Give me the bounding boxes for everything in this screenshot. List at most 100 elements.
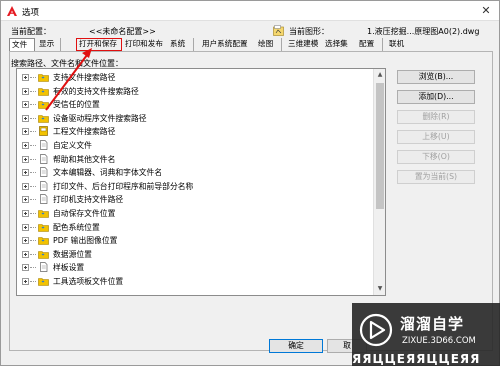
tree-item-label: 自动保存文件位置 bbox=[53, 209, 116, 218]
expand-plus-icon[interactable] bbox=[22, 250, 29, 258]
file-icon bbox=[40, 153, 48, 164]
file-icon bbox=[40, 180, 48, 191]
expand-plus-icon[interactable] bbox=[22, 74, 29, 81]
options-tab-strip: 文件 显示 打开和保存 打印和发布 系统 用户系统配置 绘图 三维建模 选择集 … bbox=[9, 38, 493, 52]
tree-item-label: 受信任的位置 bbox=[53, 100, 100, 110]
tree-item[interactable]: 文本编辑器、词典和字体文件名 bbox=[17, 166, 373, 178]
tree-item-label: 数据源位置 bbox=[53, 249, 92, 259]
tab-plot-and-publish[interactable]: 打印和发布 bbox=[123, 38, 167, 51]
tree-connector bbox=[30, 199, 36, 201]
expand-plus-icon[interactable] bbox=[22, 87, 29, 95]
expand-plus-icon[interactable] bbox=[22, 223, 29, 231]
tree-connector bbox=[30, 226, 36, 228]
tree-item[interactable]: 工具选项板文件位置 bbox=[17, 275, 373, 287]
tab-drafting[interactable]: 绘图 bbox=[256, 38, 278, 51]
file-icon bbox=[40, 262, 48, 273]
close-button[interactable]: ✕ bbox=[477, 3, 495, 19]
scrollbar-thumb[interactable] bbox=[376, 83, 384, 209]
watermark-brand-name: 溜溜自学 bbox=[400, 315, 465, 333]
tree-item-label: 打印文件、后台打印程序和前导部分名称 bbox=[53, 181, 194, 191]
tab-3d-modeling[interactable]: 三维建模 bbox=[286, 38, 322, 51]
expand-plus-icon[interactable] bbox=[22, 182, 29, 190]
expand-plus-icon[interactable] bbox=[22, 278, 29, 285]
tab-open-and-save[interactable]: 打开和保存 bbox=[76, 38, 122, 51]
add-button[interactable]: 添加(D)... bbox=[397, 90, 475, 104]
current-config-label: 当前配置： bbox=[11, 27, 51, 36]
expand-plus-icon[interactable] bbox=[22, 101, 29, 109]
tab-user-preferences[interactable]: 用户系统配置 bbox=[200, 38, 256, 51]
expand-plus-icon[interactable] bbox=[22, 114, 29, 122]
ok-button[interactable]: 确定 bbox=[269, 339, 323, 353]
tree-connector bbox=[30, 240, 36, 242]
tab-online[interactable]: 联机 bbox=[387, 38, 409, 51]
tree-connector bbox=[30, 267, 36, 269]
tree-item[interactable]: 设备驱动程序文件搜索路径 bbox=[17, 112, 373, 124]
tree-item[interactable]: 配色系统位置 bbox=[17, 221, 373, 233]
watermark-strip-text: ЯЯЦЦЕЯЯЦЦЕЯЯ bbox=[352, 352, 481, 366]
tree-item[interactable]: 受信任的位置 bbox=[17, 98, 373, 110]
current-config-value: <<未命名配置>> bbox=[89, 27, 156, 36]
tab-profiles[interactable]: 配置 bbox=[357, 38, 379, 51]
folder-icon bbox=[38, 74, 49, 82]
tree-item[interactable]: 数据源位置 bbox=[17, 248, 373, 260]
tab-separator bbox=[60, 38, 61, 51]
tab-separator bbox=[382, 38, 383, 51]
scroll-down-arrow-icon[interactable]: ▼ bbox=[374, 283, 385, 295]
title-bar: 选项 ✕ bbox=[1, 1, 499, 21]
tree-item-label: 设备驱动程序文件搜索路径 bbox=[53, 113, 147, 123]
browse-button[interactable]: 浏览(B)... bbox=[397, 70, 475, 84]
tree-connector bbox=[30, 77, 36, 78]
expand-plus-icon[interactable] bbox=[22, 155, 29, 163]
tree-item[interactable]: 自动保存文件位置 bbox=[17, 207, 373, 219]
autocad-app-icon bbox=[7, 6, 17, 16]
tree-item[interactable]: 样板设置 bbox=[17, 261, 373, 273]
scroll-up-arrow-icon[interactable]: ▲ bbox=[374, 69, 385, 81]
tab-system[interactable]: 系统 bbox=[168, 38, 190, 51]
expand-plus-icon[interactable] bbox=[22, 169, 29, 177]
tab-display[interactable]: 显示 bbox=[37, 38, 59, 51]
set-current-button[interactable]: 置为当前(S) bbox=[397, 170, 475, 184]
tree-item-label: PDF 输出图像位置 bbox=[53, 236, 118, 246]
search-paths-tree[interactable]: 支持文件搜索路径有效的支持文件搜索路径 受信任的位置设备驱动程序文件搜索路径 工程文… bbox=[16, 68, 386, 296]
tree-item-label: 支持文件搜索路径 bbox=[53, 73, 116, 82]
expand-plus-icon[interactable] bbox=[22, 196, 29, 204]
folder-icon bbox=[38, 237, 49, 245]
tree-item[interactable]: 打印文件、后台打印程序和前导部分名称 bbox=[17, 180, 373, 192]
folder-icon bbox=[38, 223, 49, 232]
folder-icon bbox=[38, 87, 49, 96]
expand-plus-icon[interactable] bbox=[22, 264, 29, 272]
tree-connector bbox=[30, 281, 36, 282]
remove-button[interactable]: 删除(R) bbox=[397, 110, 475, 124]
tree-item-label: 工具选项板文件位置 bbox=[53, 277, 124, 286]
tree-item-label: 样板设置 bbox=[53, 263, 85, 273]
expand-plus-icon[interactable] bbox=[22, 237, 29, 245]
tab-separator bbox=[281, 38, 282, 51]
tab-files[interactable]: 文件 bbox=[9, 38, 35, 52]
tree-connector bbox=[30, 185, 36, 187]
tree-item[interactable]: 工程文件搜索路径 bbox=[17, 125, 373, 137]
project-icon bbox=[39, 126, 48, 137]
tree-item[interactable]: 打印机支持文件路径 bbox=[17, 193, 373, 205]
tree-connector bbox=[30, 90, 36, 92]
tree-connector bbox=[30, 253, 36, 255]
watermark-url: ZIXUE.3D66.COM bbox=[402, 336, 476, 346]
move-up-button[interactable]: 上移(U) bbox=[397, 130, 475, 144]
tab-separator bbox=[193, 38, 194, 51]
tree-item[interactable]: 自定义文件 bbox=[17, 139, 373, 151]
expand-plus-icon[interactable] bbox=[22, 128, 29, 136]
tree-item-label: 有效的支持文件搜索路径 bbox=[53, 86, 139, 96]
move-down-button[interactable]: 下移(O) bbox=[397, 150, 475, 164]
tree-item-label: 工程文件搜索路径 bbox=[53, 127, 116, 137]
expand-plus-icon[interactable] bbox=[22, 142, 29, 149]
tree-connector bbox=[30, 172, 36, 174]
tree-item[interactable]: PDF 输出图像位置 bbox=[17, 234, 373, 246]
watermark-overlay: 溜溜自学 ZIXUE.3D66.COM ЯЯЦЦЕЯЯЦЦЕЯЯ bbox=[352, 303, 500, 366]
tree-item[interactable]: 帮助和其他文件名 bbox=[17, 153, 373, 165]
tree-item[interactable]: 有效的支持文件搜索路径 bbox=[17, 85, 373, 97]
expand-plus-icon[interactable] bbox=[22, 210, 29, 217]
file-icon bbox=[40, 167, 48, 178]
tree-item[interactable]: 支持文件搜索路径 bbox=[17, 71, 373, 83]
tree-vertical-scrollbar[interactable]: ▲ ▼ bbox=[373, 69, 385, 295]
tree-item-label: 文本编辑器、词典和字体文件名 bbox=[53, 168, 163, 178]
tab-selection[interactable]: 选择集 bbox=[323, 38, 353, 51]
